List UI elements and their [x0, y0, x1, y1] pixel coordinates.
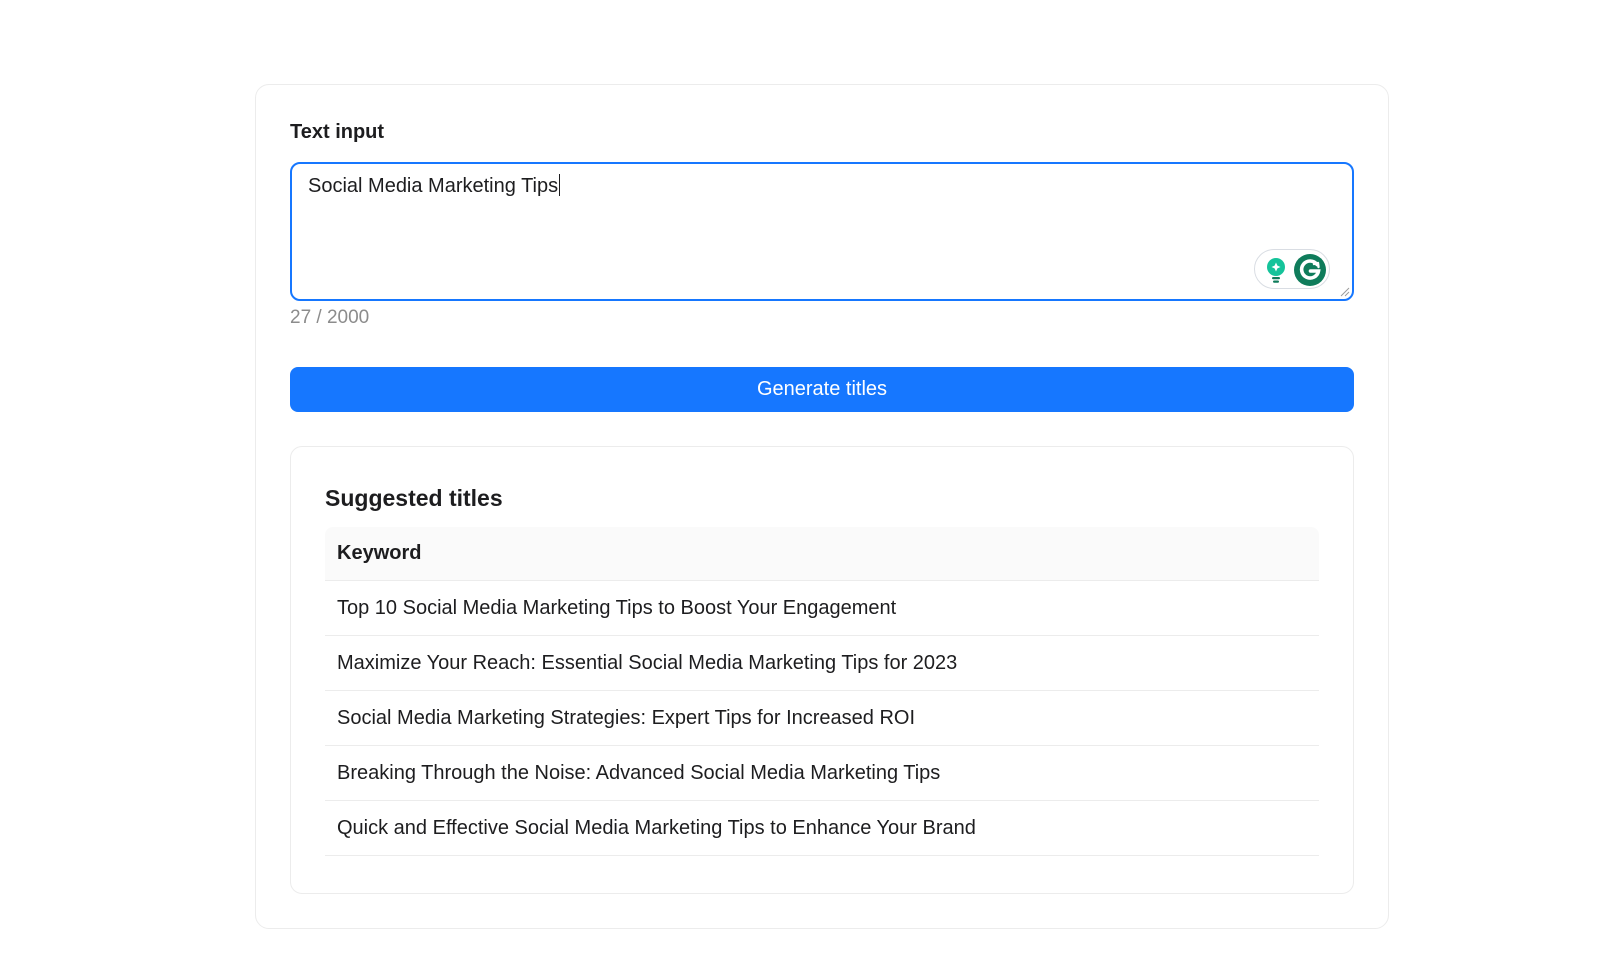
suggested-titles-table: Keyword Top 10 Social Media Marketing Ti… — [325, 527, 1319, 856]
text-input-field[interactable]: Social Media Marketing Tips — [290, 162, 1354, 301]
lightbulb-icon[interactable] — [1263, 256, 1289, 284]
text-input-value[interactable]: Social Media Marketing Tips — [308, 174, 560, 198]
table-row: Top 10 Social Media Marketing Tips to Bo… — [325, 581, 1319, 636]
text-caret — [559, 174, 560, 196]
grammarly-g-icon[interactable] — [1293, 253, 1327, 287]
table-row: Quick and Effective Social Media Marketi… — [325, 801, 1319, 856]
table-row: Social Media Marketing Strategies: Exper… — [325, 691, 1319, 746]
text-input-label: Text input — [290, 121, 384, 144]
table-row: Breaking Through the Noise: Advanced Soc… — [325, 746, 1319, 801]
resize-handle-icon[interactable] — [1340, 287, 1350, 297]
character-count: 27 / 2000 — [290, 307, 369, 329]
writing-assistant-widget[interactable] — [1254, 249, 1330, 289]
suggested-titles-heading: Suggested titles — [325, 485, 503, 512]
generate-titles-button[interactable]: Generate titles — [290, 367, 1354, 412]
table-row: Maximize Your Reach: Essential Social Me… — [325, 636, 1319, 691]
table-header-keyword: Keyword — [325, 527, 1319, 581]
